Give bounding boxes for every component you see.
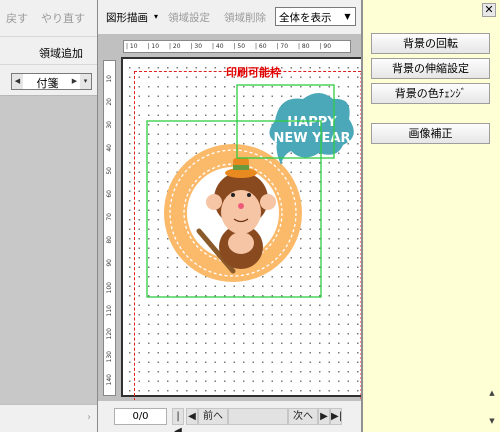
next-button[interactable]: 次へ: [288, 408, 318, 425]
ruler-v-tick: 90: [106, 259, 113, 267]
left-toolbar: 戻す やり直す: [0, 0, 97, 36]
ruler-h-tick: | 80: [298, 43, 310, 50]
bg-scale-button[interactable]: 背景の伸縮設定: [371, 58, 490, 79]
ruler-h-tick: | 60: [255, 43, 267, 50]
ruler-v-tick: 20: [106, 98, 113, 106]
scroll-up-icon[interactable]: ▲: [486, 389, 498, 397]
ruler-v-tick: 80: [106, 236, 113, 244]
prev-button[interactable]: 前へ: [198, 408, 228, 425]
greeting-line1: HAPPY: [287, 115, 337, 130]
prev-category-icon[interactable]: ◀: [12, 74, 23, 89]
ruler-v-tick: 140: [106, 374, 113, 386]
happy-new-year-bubble[interactable]: HAPPY NEW YEAR: [269, 93, 354, 165]
ruler-v-tick: 30: [106, 121, 113, 129]
redo-button[interactable]: やり直す: [41, 10, 85, 26]
ruler-h-tick: | 40: [212, 43, 224, 50]
chevron-down-icon[interactable]: ▾: [80, 74, 91, 89]
page-nav-bar: 0/0 |◀ ◀ 前へ 次へ ▶ ▶|: [98, 400, 362, 432]
ruler-v-tick: 110: [106, 305, 113, 317]
close-icon[interactable]: ✕: [482, 3, 496, 17]
scroll-right-icon[interactable]: ›: [87, 412, 91, 423]
ruler-h-tick: | 10: [126, 43, 138, 50]
chevron-down-icon: ▼: [344, 12, 351, 21]
next-page-icon[interactable]: ▶: [318, 408, 330, 425]
ruler-v-tick: 120: [106, 328, 113, 340]
ruler-v-tick: 50: [106, 167, 113, 175]
bg-color-button[interactable]: 背景の色ﾁｪﾝｼﾞ: [371, 83, 490, 104]
background-panel: ✕ 背景の回転 背景の伸縮設定 背景の色ﾁｪﾝｼﾞ 画像補正 ▲ ▼: [361, 0, 500, 432]
prev-page-icon[interactable]: ◀: [186, 408, 198, 425]
region-delete-button[interactable]: 領域削除: [224, 10, 266, 25]
view-select[interactable]: 全体を表示 ▼: [275, 7, 356, 26]
canvas-area: 図形描画 ▾ 領域設定 領域削除 全体を表示 ▼ | 10 | 10 | 20 | 3…: [97, 0, 363, 432]
right-scrollbar[interactable]: ▲ ▼: [486, 389, 498, 429]
horizontal-ruler: | 10 | 10 | 20 | 30 | 40 | 50 | 60 | 70 | 80 | 90: [123, 40, 351, 53]
left-panel: 戻す やり直す 領域追加 ◀ 付箋 ▶ ▾ ›: [0, 0, 97, 432]
page-scroll-track[interactable]: [228, 408, 288, 425]
category-row: ◀ 付箋 ▶ ▾: [0, 64, 97, 96]
ruler-v-tick: 10: [106, 75, 113, 83]
last-page-icon[interactable]: ▶|: [330, 408, 342, 425]
ruler-v-tick: 60: [106, 190, 113, 198]
ruler-v-tick: 40: [106, 144, 113, 152]
draw-shape-button[interactable]: 図形描画: [106, 10, 148, 25]
paper-canvas[interactable]: 印刷可能枠 HAPPY NEW YEAR: [121, 57, 363, 401]
undo-button[interactable]: 戻す: [6, 10, 28, 26]
ruler-h-tick: | 30: [190, 43, 203, 50]
region-settings-button[interactable]: 領域設定: [168, 10, 210, 25]
canvas-toolbar: 図形描画 ▾ 領域設定 領域削除 全体を表示 ▼: [98, 0, 362, 34]
add-region-button[interactable]: 領域追加: [39, 45, 83, 61]
ruler-h-tick: | 20: [169, 43, 181, 50]
ruler-h-tick: | 70: [276, 43, 289, 50]
next-category-icon[interactable]: ▶: [69, 74, 80, 89]
view-select-value: 全体を表示: [279, 12, 332, 24]
category-select[interactable]: ◀ 付箋 ▶ ▾: [11, 73, 92, 90]
ruler-h-tick: | 50: [233, 43, 246, 50]
vertical-ruler: 10 20 30 40 50 60 70 80 90 100 110 120 130 140: [103, 60, 116, 396]
ruler-v-tick: 130: [106, 351, 113, 363]
first-page-icon[interactable]: |◀: [172, 408, 184, 432]
ruler-h-tick: | 10: [147, 43, 160, 50]
greeting-line2: NEW YEAR: [274, 131, 351, 146]
ruler-v-tick: 100: [106, 282, 113, 294]
category-value: 付箋: [36, 77, 59, 90]
ruler-v-tick: 70: [106, 213, 113, 221]
add-region-row: 領域追加: [0, 36, 97, 64]
page-indicator: 0/0: [114, 408, 167, 425]
bg-rotate-button[interactable]: 背景の回転: [371, 33, 490, 54]
left-scrollbar[interactable]: ›: [0, 404, 97, 432]
card-artwork: HAPPY NEW YEAR: [146, 73, 362, 399]
draw-shape-dropdown-icon[interactable]: ▾: [154, 12, 158, 21]
scroll-down-icon[interactable]: ▼: [486, 417, 498, 425]
image-correct-button[interactable]: 画像補正: [371, 123, 490, 144]
ruler-h-tick: | 90: [319, 43, 332, 50]
